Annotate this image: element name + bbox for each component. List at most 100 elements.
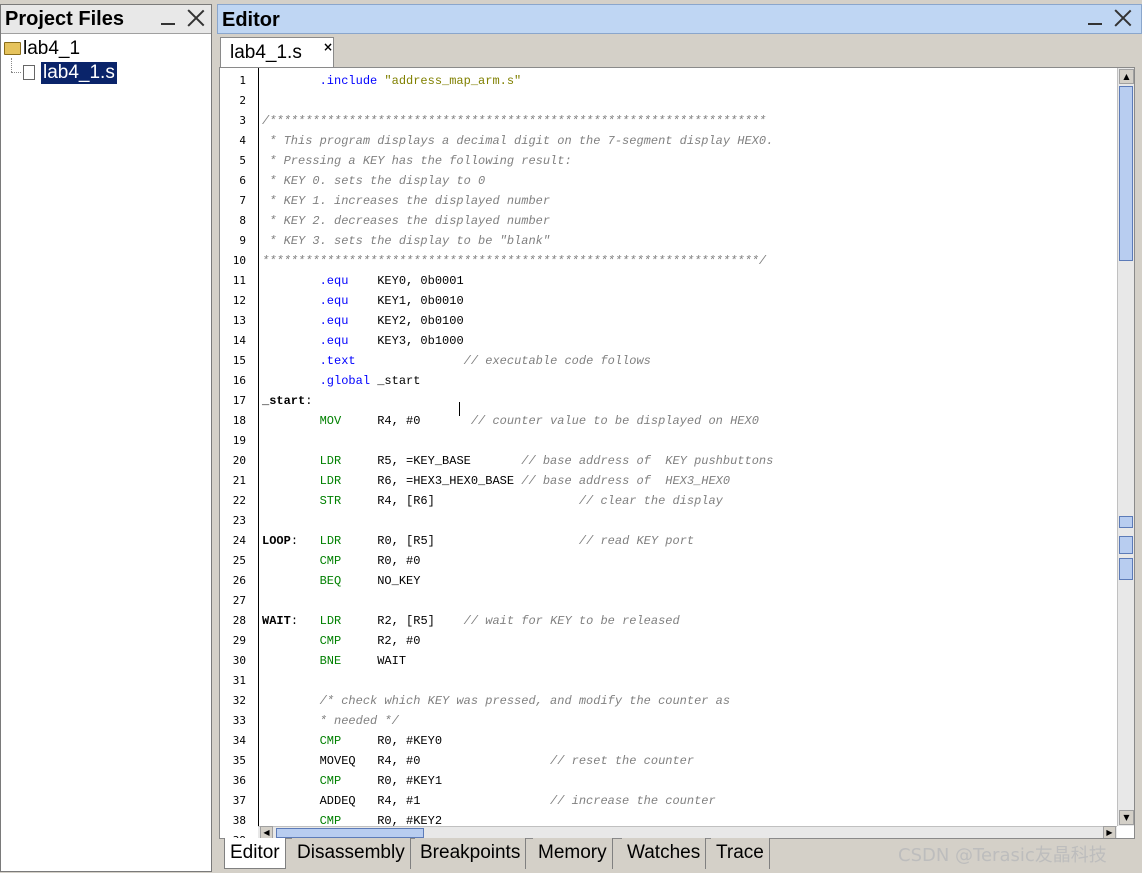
horizontal-scroll-thumb[interactable] <box>276 828 424 838</box>
line-number: 27 <box>232 594 246 607</box>
project-files-title-bar: Project Files <box>1 5 211 34</box>
vertical-scroll-thumb[interactable] <box>1119 86 1133 261</box>
code-line: * needed */ <box>262 714 399 728</box>
minimize-icon[interactable] <box>159 9 177 27</box>
scroll-marker <box>1119 516 1133 528</box>
code-line: ADDEQ R4, #1 // increase the counter <box>262 794 716 808</box>
line-number: 9 <box>239 234 246 247</box>
code-line: * KEY 1. increases the displayed number <box>262 194 551 208</box>
tab-close-icon[interactable]: × <box>323 40 333 54</box>
line-number: 34 <box>232 734 246 747</box>
line-number: 7 <box>239 194 246 207</box>
line-number: 5 <box>239 154 246 167</box>
line-number: 3 <box>239 114 246 127</box>
code-line: MOV R4, #0 // counter value to be displa… <box>319 414 759 428</box>
project-tree: lab4_1 lab4_1.s <box>1 37 211 85</box>
code-line: * This program displays a decimal digit … <box>262 134 774 148</box>
tab-memory[interactable]: Memory <box>533 838 613 869</box>
line-number: 13 <box>232 314 246 327</box>
code-line: WAIT: LDR R2, [R5] // wait for KEY to be… <box>262 614 680 628</box>
code-line: .text // executable code follows <box>319 354 651 368</box>
project-files-title: Project Files <box>5 8 124 30</box>
code-line: CMP R0, #KEY1 <box>319 774 443 788</box>
code-line: * Pressing a KEY has the following resul… <box>262 154 572 168</box>
line-number: 24 <box>232 534 246 547</box>
line-number: 4 <box>239 134 246 147</box>
tab-lab4-1-s[interactable]: lab4_1.s × <box>220 37 334 67</box>
code-line: .equ KEY0, 0b0001 <box>319 274 464 288</box>
line-number: 11 <box>232 274 246 287</box>
line-number: 35 <box>232 754 246 767</box>
tab-disassembly[interactable]: Disassembly <box>292 838 411 869</box>
code-line: CMP R0, #0 <box>319 554 421 568</box>
code-line: ****************************************… <box>262 254 767 268</box>
code-line: MOVEQ R4, #0 // reset the counter <box>262 754 695 768</box>
scroll-down-icon[interactable]: ▼ <box>1119 810 1134 825</box>
watermark: CSDN @Terasic友晶科技 <box>898 845 1107 866</box>
tab-trace[interactable]: Trace <box>711 838 770 869</box>
tab-breakpoints[interactable]: Breakpoints <box>415 838 527 869</box>
line-number: 26 <box>232 574 246 587</box>
line-number: 36 <box>232 774 246 787</box>
line-number: 21 <box>232 474 246 487</box>
line-number: 8 <box>239 214 246 227</box>
tab-watches[interactable]: Watches <box>622 838 707 869</box>
line-number: 16 <box>232 374 246 387</box>
scroll-marker <box>1119 558 1133 580</box>
code-line: BEQ NO_KEY <box>319 574 421 588</box>
line-number: 6 <box>239 174 246 187</box>
code-editor[interactable]: 1 2 3 4 5 6 7 8 9 10 11 12 13 14 15 16 17 18 19 20 21 22 23 24 2… <box>219 67 1135 839</box>
line-number: 31 <box>232 674 246 687</box>
close-icon[interactable] <box>187 9 205 27</box>
code-line: .equ KEY1, 0b0010 <box>319 294 464 308</box>
code-line: * KEY 3. sets the display to be "blank" <box>262 234 551 248</box>
code-line: CMP R2, #0 <box>319 634 421 648</box>
line-number: 19 <box>232 434 246 447</box>
code-line: .equ KEY2, 0b0100 <box>319 314 464 328</box>
line-number: 33 <box>232 714 246 727</box>
line-number: 38 <box>232 814 246 827</box>
tree-item-label-selected: lab4_1.s <box>41 62 117 84</box>
scroll-marker <box>1119 536 1133 554</box>
code-line: * KEY 2. decreases the displayed number <box>262 214 551 228</box>
editor-title-bar: Editor <box>217 4 1142 34</box>
close-icon[interactable] <box>1114 9 1132 27</box>
line-number: 29 <box>232 634 246 647</box>
code-line: CMP R0, #KEY0 <box>319 734 443 748</box>
line-number: 30 <box>232 654 246 667</box>
scroll-up-icon[interactable]: ▲ <box>1119 69 1134 84</box>
tab-editor[interactable]: Editor <box>224 838 286 869</box>
line-number: 20 <box>232 454 246 467</box>
line-number: 25 <box>232 554 246 567</box>
code-line: STR R4, [R6] // clear the display <box>319 494 723 508</box>
project-files-pane: Project Files lab4_1 lab4_1.s <box>0 4 212 872</box>
line-number: 28 <box>232 614 246 627</box>
line-number: 22 <box>232 494 246 507</box>
code-line: * KEY 0. sets the display to 0 <box>262 174 486 188</box>
line-number: 12 <box>232 294 246 307</box>
file-tab-label: lab4_1.s <box>230 42 302 63</box>
text-cursor <box>459 402 460 416</box>
code-line: LDR R6, =HEX3_HEX0_BASE // base address … <box>319 474 731 488</box>
code-line: BNE WAIT <box>319 654 407 668</box>
tree-item-label: lab4_1 <box>23 38 81 59</box>
line-number: 18 <box>232 414 246 427</box>
code-line: LDR R5, =KEY_BASE // base address of KEY… <box>319 454 774 468</box>
editor-title: Editor <box>222 9 280 31</box>
vertical-scrollbar[interactable]: ▲ ▼ <box>1117 68 1134 826</box>
tree-item-project[interactable]: lab4_1 <box>1 37 211 61</box>
tree-item-file[interactable]: lab4_1.s <box>1 58 211 85</box>
code-line: /* check which KEY was pressed, and modi… <box>319 694 731 708</box>
code-line: LOOP: LDR R0, [R5] // read KEY port <box>262 534 695 548</box>
line-number: 2 <box>239 94 246 107</box>
folder-open-icon <box>4 42 21 55</box>
tree-connector <box>11 58 13 72</box>
editor-pane: Editor lab4_1.s × 1 2 3 4 5 6 7 8 9 10 11 12 13 14 15 1… <box>217 4 1142 873</box>
minimize-icon[interactable] <box>1086 9 1104 27</box>
code-line: .equ KEY3, 0b1000 <box>319 334 464 348</box>
line-number-gutter: 1 2 3 4 5 6 7 8 9 10 11 12 13 14 15 16 17 18 19 20 21 22 23 24 2… <box>220 68 259 838</box>
code-line: .include "address_map_arm.s" <box>319 74 522 88</box>
file-icon <box>23 65 35 80</box>
code-line: .global _start <box>319 374 421 388</box>
code-line: _start: <box>262 394 313 408</box>
